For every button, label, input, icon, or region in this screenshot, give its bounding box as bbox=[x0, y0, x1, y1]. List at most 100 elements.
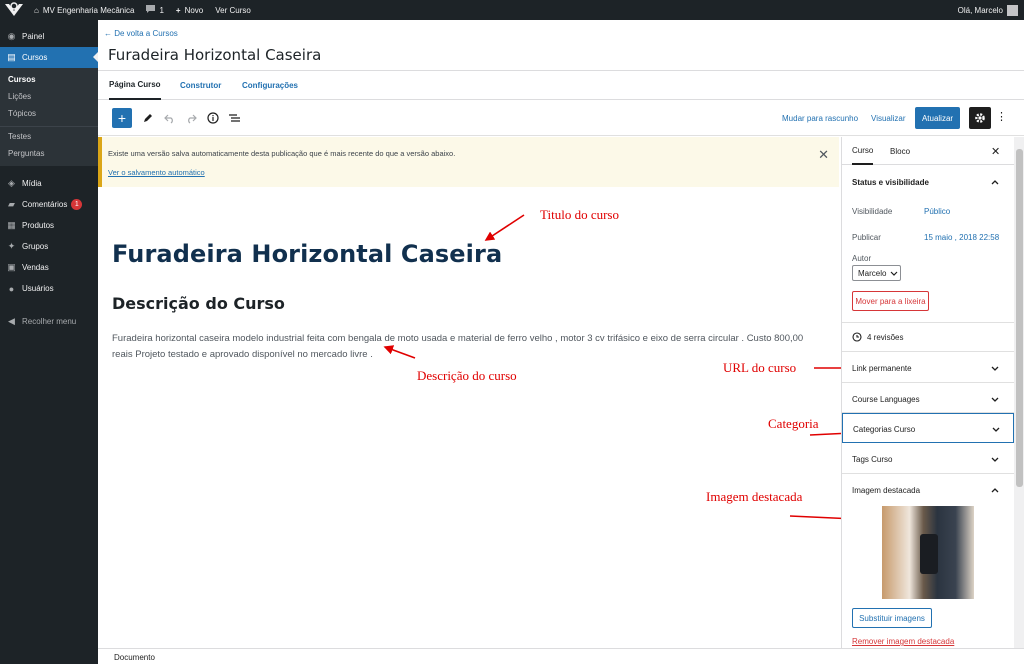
course-tags-title: Tags Curso bbox=[852, 455, 893, 464]
sidebar-item-produtos[interactable]: ▦ Produtos bbox=[0, 215, 98, 236]
featured-image-thumbnail[interactable] bbox=[882, 506, 974, 599]
annotation-url: URL do curso bbox=[723, 360, 797, 375]
more-options-button[interactable]: ⋮ bbox=[996, 110, 1007, 123]
collapse-label: Recolher menu bbox=[22, 317, 77, 326]
annotation-image: Imagem destacada bbox=[706, 489, 803, 504]
sidebar-item-vendas[interactable]: ▣ Vendas bbox=[0, 257, 98, 278]
site-name: MV Engenharia Mecânica bbox=[42, 5, 135, 15]
sidebar-item-usuarios[interactable]: ● Usuários bbox=[0, 278, 98, 299]
avatar bbox=[1007, 4, 1018, 16]
admin-sidebar: ◉ Painel ▤ Cursos Cursos Lições Tópicos … bbox=[0, 20, 98, 664]
settings-button[interactable] bbox=[969, 107, 991, 129]
sidebar-item-label: Painel bbox=[22, 32, 45, 41]
move-to-trash-button[interactable]: Mover para a lixeira bbox=[852, 291, 929, 311]
sidebar-item-midia[interactable]: ◈ Mídia bbox=[0, 173, 98, 194]
course-languages-title: Course Languages bbox=[852, 395, 920, 404]
undo-button[interactable] bbox=[162, 111, 176, 125]
new-label: Novo bbox=[184, 5, 204, 15]
tab-construtor[interactable]: Construtor bbox=[180, 71, 221, 100]
tab-bloco[interactable]: Bloco bbox=[890, 137, 910, 165]
course-languages-section[interactable]: Course Languages bbox=[842, 383, 1014, 413]
comments-link[interactable]: 1 bbox=[140, 0, 169, 20]
sidebar-item-label: Cursos bbox=[22, 53, 48, 62]
view-autosave-link[interactable]: Ver o salvamento automático bbox=[108, 168, 205, 177]
remove-featured-image-link[interactable]: Remover imagem destacada bbox=[852, 637, 954, 646]
settings-sidebar: Curso Bloco ✕ Status e visibilidade Visi… bbox=[841, 137, 1024, 648]
sidebar-item-grupos[interactable]: ✦ Grupos bbox=[0, 236, 98, 257]
submenu-item-licoes[interactable]: Lições bbox=[0, 88, 98, 105]
author-label: Autor bbox=[852, 254, 872, 263]
preview-link[interactable]: Visualizar bbox=[871, 114, 906, 123]
sidebar-item-painel[interactable]: ◉ Painel bbox=[0, 26, 98, 47]
tab-curso[interactable]: Curso bbox=[852, 137, 874, 165]
document-breadcrumb[interactable]: Documento bbox=[114, 653, 155, 662]
sidebar-item-label: Produtos bbox=[22, 221, 55, 230]
sidebar-item-label: Mídia bbox=[22, 179, 42, 188]
chevron-up-icon[interactable] bbox=[991, 486, 999, 494]
comments-count: 1 bbox=[159, 5, 164, 15]
users-icon: ● bbox=[8, 283, 15, 294]
chevron-down-icon bbox=[991, 366, 999, 371]
heading-block[interactable]: Descrição do Curso bbox=[112, 294, 285, 313]
revisions-section[interactable]: 4 revisões bbox=[842, 323, 1014, 352]
comments-badge: 1 bbox=[71, 199, 83, 210]
collapse-menu-button[interactable]: ◀ Recolher menu bbox=[0, 311, 98, 332]
pencil-icon bbox=[143, 113, 152, 122]
chevron-down-icon bbox=[991, 397, 999, 402]
switch-to-draft-link[interactable]: Mudar para rascunho bbox=[782, 114, 858, 123]
sidebar-item-comentarios[interactable]: ▰ Comentários 1 bbox=[0, 194, 98, 215]
visibility-value[interactable]: Público bbox=[924, 207, 950, 216]
user-account-menu[interactable]: Olá, Marcelo bbox=[952, 0, 1024, 20]
annotation-category: Categoria bbox=[768, 416, 819, 431]
block-navigation-button[interactable] bbox=[228, 111, 242, 125]
site-logo-icon[interactable] bbox=[0, 0, 28, 20]
page-title: Furadeira Horizontal Caseira bbox=[108, 46, 322, 64]
visibility-label: Visibilidade bbox=[852, 207, 893, 216]
add-block-button[interactable]: + bbox=[112, 108, 132, 128]
publish-date-value[interactable]: 15 maio , 2018 22:58 bbox=[924, 233, 999, 242]
update-button[interactable]: Atualizar bbox=[915, 107, 960, 129]
back-to-courses-link[interactable]: ← De volta a Cursos bbox=[104, 29, 178, 38]
scrollbar-thumb[interactable] bbox=[1016, 149, 1023, 487]
status-visibility-toggle[interactable]: Status e visibilidade bbox=[852, 178, 929, 187]
view-course-link[interactable]: Ver Curso bbox=[209, 0, 257, 20]
comments-icon: ▰ bbox=[8, 199, 15, 209]
groups-icon: ✦ bbox=[7, 241, 16, 251]
submenu-item-cursos[interactable]: Cursos bbox=[0, 71, 98, 88]
comment-bubble-icon bbox=[146, 5, 156, 15]
history-icon bbox=[852, 332, 862, 342]
site-name-link[interactable]: ⌂ MV Engenharia Mecânica bbox=[28, 0, 140, 20]
panel-tabs: Curso Bloco ✕ bbox=[842, 137, 1014, 165]
replace-image-button[interactable]: Substituir imagens bbox=[852, 608, 932, 628]
submenu-item-topicos[interactable]: Tópicos bbox=[0, 105, 98, 122]
submenu-item-testes[interactable]: Testes bbox=[0, 128, 98, 145]
new-content-link[interactable]: + Novo bbox=[170, 0, 209, 20]
tab-pagina-curso[interactable]: Página Curso bbox=[109, 71, 161, 100]
gear-icon bbox=[975, 113, 985, 123]
close-settings-button[interactable]: ✕ bbox=[991, 145, 1000, 158]
chevron-up-icon[interactable] bbox=[991, 178, 999, 186]
featured-image-toggle[interactable]: Imagem destacada bbox=[852, 486, 920, 495]
kebab-menu-icon: ⋮ bbox=[996, 111, 1007, 123]
paragraph-block[interactable]: Furadeira horizontal caseira modelo indu… bbox=[112, 331, 824, 363]
course-categories-section[interactable]: Categorias Curso bbox=[842, 413, 1014, 443]
details-button[interactable] bbox=[206, 111, 220, 125]
edit-tool-button[interactable] bbox=[140, 111, 154, 125]
editor-footer: Documento bbox=[98, 648, 1024, 664]
plus-icon: + bbox=[175, 5, 181, 15]
panel-scrollbar[interactable] bbox=[1014, 137, 1024, 648]
notice-text: Existe uma versão salva automaticamente … bbox=[108, 149, 456, 158]
sales-icon: ▣ bbox=[7, 262, 16, 272]
redo-button[interactable] bbox=[184, 111, 198, 125]
chevron-down-icon bbox=[991, 457, 999, 462]
course-tags-section[interactable]: Tags Curso bbox=[842, 443, 1014, 474]
submenu-item-perguntas[interactable]: Perguntas bbox=[0, 145, 98, 162]
tab-configuracoes[interactable]: Configurações bbox=[242, 71, 298, 100]
post-title-input[interactable]: Furadeira Horizontal Caseira bbox=[112, 240, 502, 268]
dismiss-notice-button[interactable]: ✕ bbox=[818, 147, 829, 163]
author-select[interactable]: Marcelo bbox=[852, 265, 901, 281]
sidebar-item-cursos[interactable]: ▤ Cursos bbox=[0, 47, 98, 68]
permalink-section[interactable]: Link permanente bbox=[842, 352, 1014, 383]
author-value: Marcelo bbox=[858, 268, 887, 278]
sidebar-item-label: Grupos bbox=[22, 242, 49, 251]
